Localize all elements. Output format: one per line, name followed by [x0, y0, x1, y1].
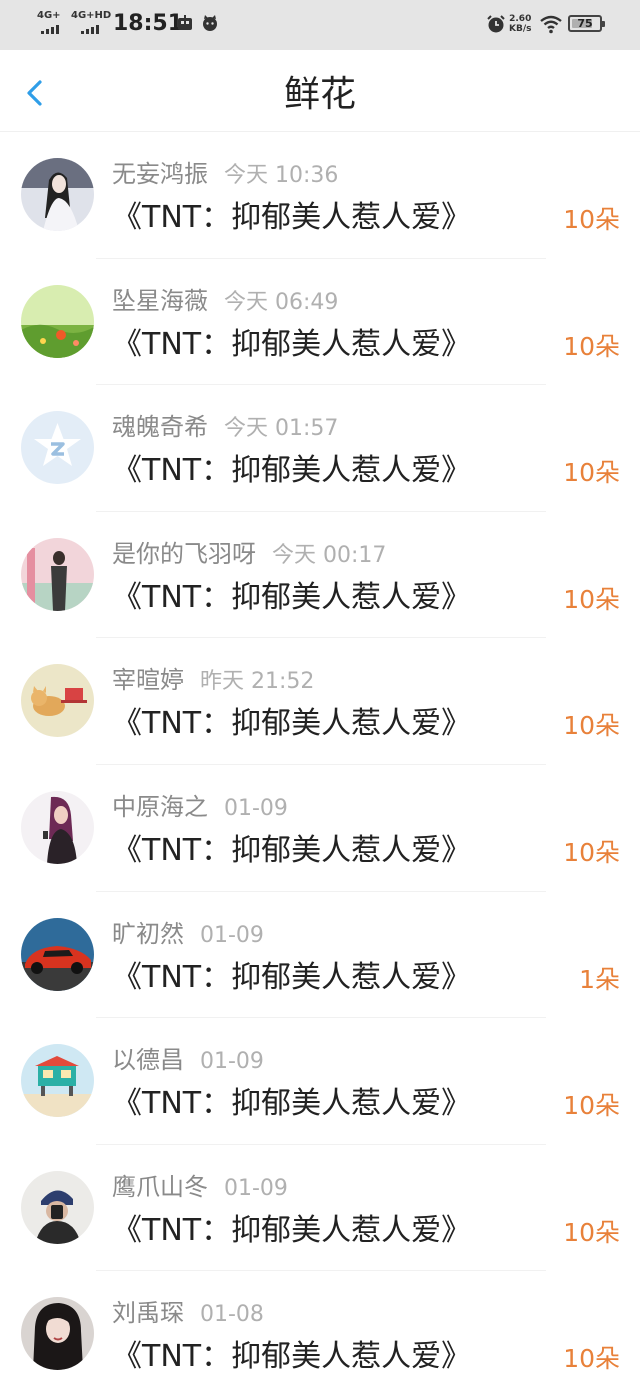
network-speed-value: 2.60 [509, 14, 532, 24]
gift-time: 01-09 [200, 922, 264, 948]
sender-name: 鹰爪山冬 [112, 1172, 208, 1201]
list-item[interactable]: 魂魄奇希 今天 01:57 《TNT：抑郁美人惹人爱》 10朵 [0, 385, 640, 512]
avatar[interactable] [21, 158, 94, 231]
avatar[interactable] [21, 1170, 94, 1244]
network-speed: 2.60 KB/s [509, 14, 531, 34]
flower-count: 10朵 [563, 331, 620, 361]
flower-count: 10朵 [563, 1091, 620, 1121]
flower-count: 10朵 [563, 1344, 620, 1374]
network-speed-unit: KB/s [509, 24, 532, 34]
sender-name: 无妄鸿振 [112, 160, 208, 188]
sender-name: 是你的飞羽呀 [112, 539, 256, 568]
status-bar: 4G+ 4G+HD 18:51 2.60 KB/s 75 [0, 0, 640, 50]
book-title: 《TNT：抑郁美人惹人爱》 [112, 959, 472, 995]
clock: 18:51 [113, 11, 184, 36]
sender-name: 坠星海薇 [112, 286, 208, 315]
gift-time: 今天 01:57 [224, 416, 339, 442]
cat-face-icon [203, 15, 217, 31]
item-meta: 中原海之 01-09 [112, 791, 288, 823]
avatar[interactable] [21, 1044, 94, 1118]
battery-percent: 75 [577, 17, 593, 30]
sender-name: 旷初然 [112, 919, 184, 948]
gift-time: 01-09 [224, 795, 288, 821]
gift-time: 今天 06:49 [224, 289, 339, 315]
book-title: 《TNT：抑郁美人惹人爱》 [112, 1212, 472, 1248]
item-meta: 宰暄婷 昨天 21:52 [112, 664, 314, 696]
list-item[interactable]: 刘禹琛 01-08 《TNT：抑郁美人惹人爱》 10朵 [0, 1271, 640, 1398]
gift-time: 今天 10:36 [224, 163, 339, 188]
gift-time: 01-09 [224, 1175, 288, 1201]
book-title: 《TNT：抑郁美人惹人爱》 [112, 832, 472, 868]
list-item[interactable]: 宰暄婷 昨天 21:52 《TNT：抑郁美人惹人爱》 10朵 [0, 638, 640, 765]
item-meta: 坠星海薇 今天 06:49 [112, 285, 338, 317]
item-meta: 魂魄奇希 今天 01:57 [112, 411, 338, 443]
flower-gift-list: 无妄鸿振 今天 10:36 《TNT：抑郁美人惹人爱》 10朵 坠星海薇 今天 06… [0, 132, 640, 1398]
flower-count: 10朵 [563, 837, 620, 867]
avatar[interactable] [21, 790, 94, 864]
sender-name: 以德昌 [112, 1046, 184, 1075]
battery-icon: 75 [568, 15, 605, 32]
flower-count: 10朵 [563, 458, 620, 488]
gift-time: 昨天 21:52 [200, 669, 315, 695]
book-title: 《TNT：抑郁美人惹人爱》 [112, 1086, 472, 1122]
flower-count: 10朵 [563, 1217, 620, 1247]
book-title: 《TNT：抑郁美人惹人爱》 [112, 579, 472, 615]
list-item[interactable]: 中原海之 01-09 《TNT：抑郁美人惹人爱》 10朵 [0, 765, 640, 892]
item-meta: 鹰爪山冬 01-09 [112, 1171, 288, 1203]
robot-icon [178, 15, 192, 30]
item-meta: 以德昌 01-09 [112, 1044, 264, 1076]
item-meta: 无妄鸿振 今天 10:36 [112, 158, 338, 190]
book-title: 《TNT：抑郁美人惹人爱》 [112, 326, 472, 362]
book-title: 《TNT：抑郁美人惹人爱》 [112, 706, 472, 742]
list-item[interactable]: 旷初然 01-09 《TNT：抑郁美人惹人爱》 1朵 [0, 892, 640, 1019]
wifi-icon [540, 15, 562, 34]
gift-time: 01-08 [200, 1302, 264, 1328]
item-meta: 旷初然 01-09 [112, 918, 264, 950]
gift-time: 今天 00:17 [272, 542, 387, 568]
item-meta: 是你的飞羽呀 今天 00:17 [112, 538, 386, 570]
avatar[interactable] [21, 411, 94, 485]
sender-name: 中原海之 [112, 792, 208, 821]
navigation-bar: 鲜花 [0, 50, 640, 132]
avatar[interactable] [21, 284, 94, 358]
avatar[interactable] [21, 664, 94, 738]
list-item[interactable]: 以德昌 01-09 《TNT：抑郁美人惹人爱》 10朵 [0, 1018, 640, 1145]
avatar[interactable] [21, 917, 94, 991]
network-type-label-2: 4G+HD [71, 10, 112, 21]
list-item[interactable]: 坠星海薇 今天 06:49 《TNT：抑郁美人惹人爱》 10朵 [0, 259, 640, 386]
alarm-clock-icon [487, 15, 505, 33]
sender-name: 魂魄奇希 [112, 413, 208, 442]
page-title: 鲜花 [283, 74, 356, 115]
book-title: 《TNT：抑郁美人惹人爱》 [112, 200, 472, 235]
gift-time: 01-09 [200, 1049, 264, 1075]
flower-count: 1朵 [579, 964, 620, 994]
flower-count: 10朵 [563, 711, 620, 741]
list-item[interactable]: 是你的飞羽呀 今天 00:17 《TNT：抑郁美人惹人爱》 10朵 [0, 512, 640, 639]
sender-name: 宰暄婷 [112, 666, 184, 695]
flower-count: 10朵 [563, 584, 620, 614]
network-type-label: 4G+ [37, 10, 61, 21]
default-avatar-icon [21, 411, 94, 485]
avatar[interactable] [21, 1297, 94, 1371]
item-meta: 刘禹琛 01-08 [112, 1297, 264, 1329]
book-title: 《TNT：抑郁美人惹人爱》 [112, 453, 472, 489]
sender-name: 刘禹琛 [112, 1299, 184, 1328]
avatar[interactable] [21, 537, 94, 611]
flower-count: 10朵 [563, 205, 620, 234]
list-item[interactable]: 无妄鸿振 今天 10:36 《TNT：抑郁美人惹人爱》 10朵 [0, 132, 640, 259]
list-item[interactable]: 鹰爪山冬 01-09 《TNT：抑郁美人惹人爱》 10朵 [0, 1145, 640, 1272]
book-title: 《TNT：抑郁美人惹人爱》 [112, 1339, 472, 1375]
